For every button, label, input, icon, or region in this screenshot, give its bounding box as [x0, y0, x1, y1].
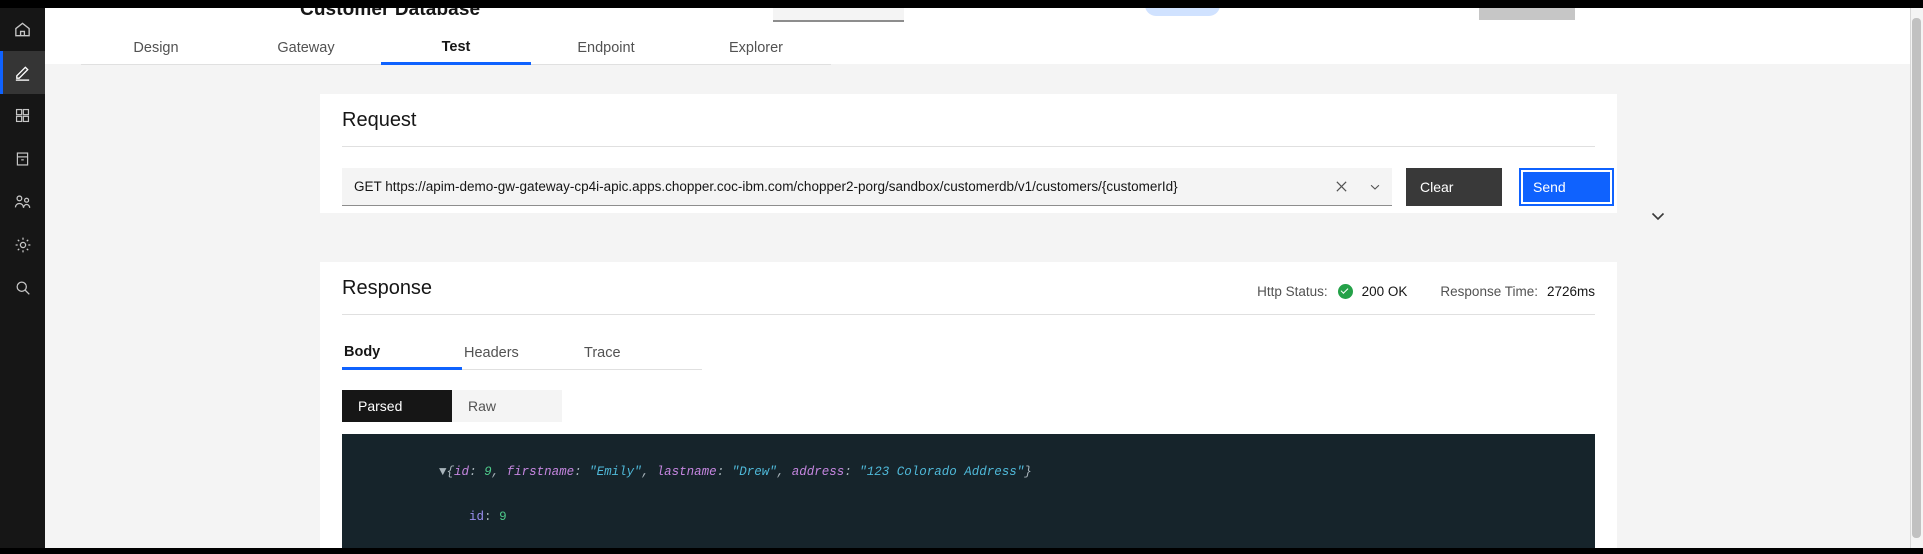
clear-button[interactable]: Clear — [1406, 168, 1502, 206]
request-url-input[interactable]: GET https://apim-demo-gw-gateway-cp4i-ap… — [342, 179, 1324, 194]
checkmark-filled-icon — [1337, 284, 1353, 299]
tab-gateway[interactable]: Gateway — [231, 31, 381, 65]
header-badge-clipped — [1145, 8, 1220, 16]
pencil-icon — [13, 63, 32, 82]
request-divider — [342, 146, 1595, 147]
chevron-down-icon[interactable] — [1358, 168, 1392, 206]
json-summary-val-1: "Emily" — [589, 465, 642, 479]
response-body-viewer[interactable]: ▼{id: 9, firstname: "Emily", lastname: "… — [342, 434, 1595, 548]
response-divider — [342, 314, 1595, 315]
home-icon — [13, 20, 32, 39]
response-title: Response — [342, 277, 433, 299]
main-content: Customer Database Design Gateway Test En… — [45, 8, 1911, 548]
view-mode-parsed[interactable]: Parsed — [342, 390, 452, 422]
json-summary-key-0: id — [454, 465, 470, 479]
grid-icon — [14, 107, 31, 124]
json-summary-val-0: 9 — [484, 465, 492, 479]
archive-icon — [14, 150, 31, 168]
sidebar-item-home[interactable] — [0, 8, 45, 51]
json-summary-val-3: "123 Colorado Address" — [859, 465, 1025, 479]
header-button-clipped — [1479, 8, 1575, 20]
request-url-field[interactable]: GET https://apim-demo-gw-gateway-cp4i-ap… — [342, 168, 1392, 206]
sidebar-item-apps[interactable] — [0, 94, 45, 137]
json-row-key-0: id — [469, 510, 485, 524]
body-view-toggle: Parsed Raw — [342, 390, 562, 422]
tab-body[interactable]: Body — [342, 336, 462, 370]
response-tabs: Body Headers Trace — [342, 336, 702, 370]
sidebar-item-settings[interactable] — [0, 223, 45, 266]
http-status-label: Http Status: — [1257, 284, 1328, 299]
response-time-label: Response Time: — [1440, 284, 1538, 299]
sidebar-item-members[interactable] — [0, 180, 45, 223]
expand-request-icon[interactable] — [1650, 208, 1666, 226]
request-title: Request — [342, 109, 417, 131]
tab-trace[interactable]: Trace — [582, 336, 702, 370]
page-title: Customer Database — [300, 8, 481, 20]
json-summary-val-2: "Drew" — [731, 465, 777, 479]
sidebar-item-design[interactable] — [0, 51, 45, 94]
json-row: firstname: "Emily" — [364, 540, 1595, 548]
view-mode-raw[interactable]: Raw — [452, 390, 562, 422]
tab-explorer[interactable]: Explorer — [681, 31, 831, 65]
response-time-value: 2726ms — [1546, 284, 1595, 299]
json-summary-key-2: lastname — [656, 465, 717, 479]
sidebar-item-catalog[interactable] — [0, 137, 45, 180]
http-status-value: 200 OK — [1361, 284, 1408, 299]
header-field-clipped — [773, 8, 904, 22]
users-icon — [13, 193, 33, 211]
response-meta: Http Status: 200 OK Response Time: 2726m… — [1257, 284, 1595, 299]
tab-headers[interactable]: Headers — [462, 336, 582, 370]
json-summary-line[interactable]: ▼{id: 9, firstname: "Emily", lastname: "… — [364, 450, 1595, 495]
json-summary-key-1: firstname — [506, 465, 575, 479]
json-open-brace: { — [446, 465, 455, 479]
bottom-bezel — [0, 548, 1923, 554]
app-window: Customer Database Design Gateway Test En… — [0, 0, 1923, 554]
json-summary-key-3: address — [791, 465, 845, 479]
gear-icon — [14, 236, 32, 254]
collapse-caret-icon[interactable]: ▼ — [439, 465, 447, 479]
top-bezel — [0, 0, 1923, 8]
sidebar-item-search[interactable] — [0, 266, 45, 309]
response-panel: Response Http Status: 200 OK Response Ti… — [320, 262, 1617, 548]
search-icon — [14, 279, 32, 297]
json-close-brace: } — [1024, 465, 1032, 479]
tab-design[interactable]: Design — [81, 31, 231, 65]
json-row: id: 9 — [469, 510, 507, 524]
primary-tabs: Design Gateway Test Endpoint Explorer — [81, 31, 831, 65]
scrollbar-thumb[interactable] — [1912, 18, 1921, 538]
clear-url-icon[interactable] — [1324, 168, 1358, 206]
vertical-scrollbar[interactable] — [1910, 8, 1923, 548]
request-panel: Request GET https://apim-demo-gw-gateway… — [320, 94, 1617, 213]
send-button[interactable]: Send — [1519, 168, 1614, 206]
tab-test[interactable]: Test — [381, 31, 531, 65]
json-row-value-0: 9 — [499, 510, 507, 524]
tab-endpoint[interactable]: Endpoint — [531, 31, 681, 65]
global-sidebar — [0, 8, 45, 548]
